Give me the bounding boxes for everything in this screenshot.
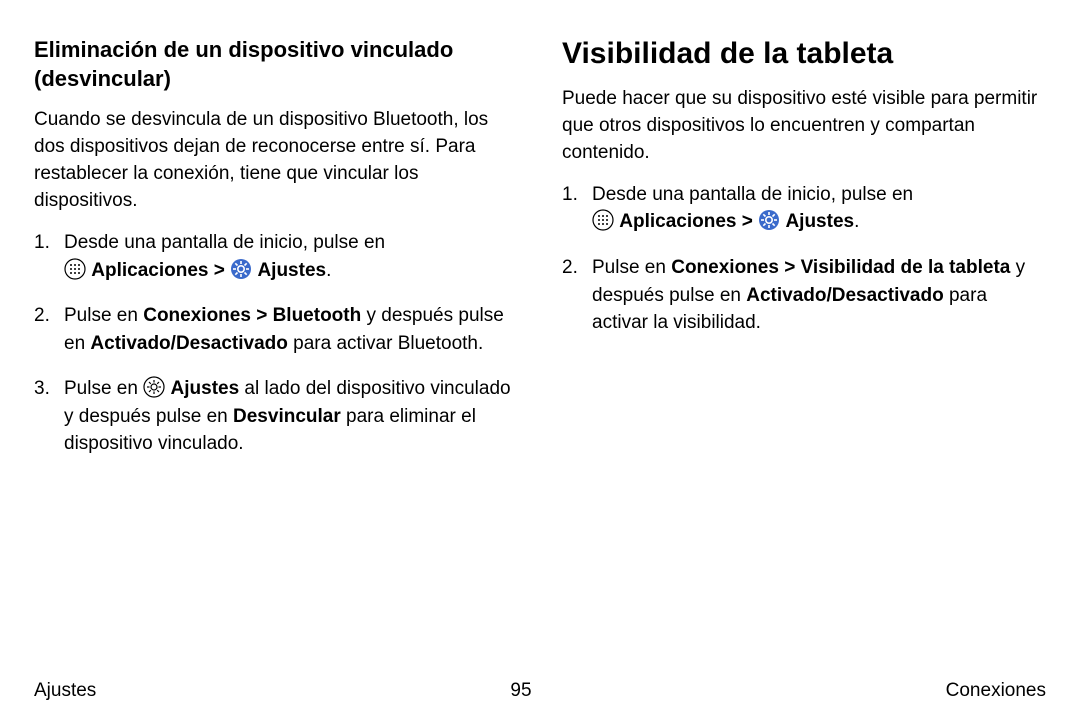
step-text: para activar Bluetooth. [288,333,483,354]
step-text: Pulse en [64,378,143,399]
gear-icon [230,258,252,280]
right-step-2: Pulse en Conexiones > Visibilidad de la … [562,254,1046,337]
right-intro: Puede hacer que su dispositivo esté visi… [562,86,1046,167]
gear-icon [758,209,780,231]
apps-label: Aplicaciones [91,260,208,281]
apps-icon [64,258,86,280]
bold-text: Conexiones > Visibilidad de la tableta [671,257,1010,278]
bold-text: Activado/Desactivado [90,333,287,354]
step-text: Desde una pantalla de inicio, pulse en [592,184,913,205]
step-text: Desde una pantalla de inicio, pulse en [64,232,385,253]
sep: > [737,211,759,232]
bold-text: Conexiones > Bluetooth [143,305,361,326]
page-footer: Ajustes 95 Conexiones [34,680,1046,702]
right-step-1: Desde una pantalla de inicio, pulse en A… [562,181,1046,236]
bold-text: Desvincular [233,406,341,427]
footer-right: Conexiones [946,680,1046,702]
step-end: . [326,260,331,281]
step-text: Pulse en [64,305,143,326]
step-text: Pulse en [592,257,671,278]
right-heading: Visibilidad de la tableta [562,36,1046,72]
gear-outline-icon [143,376,165,398]
bold-text: Ajustes [171,378,240,399]
step-end: . [854,211,859,232]
right-steps: Desde una pantalla de inicio, pulse en A… [562,181,1046,337]
footer-page-number: 95 [510,680,531,702]
left-steps: Desde una pantalla de inicio, pulse en A… [34,229,518,458]
settings-label: Ajustes [257,260,326,281]
right-column: Visibilidad de la tableta Puede hacer qu… [562,36,1046,476]
apps-icon [592,209,614,231]
left-step-1: Desde una pantalla de inicio, pulse en A… [34,229,518,284]
footer-left: Ajustes [34,680,96,702]
apps-label: Aplicaciones [619,211,736,232]
sep: > [209,260,231,281]
left-column: Eliminación de un dispositivo vinculado … [34,36,518,476]
settings-label: Ajustes [785,211,854,232]
bold-text: Activado/Desactivado [746,285,943,306]
left-subheading: Eliminación de un dispositivo vinculado … [34,36,518,93]
left-intro: Cuando se desvincula de un dispositivo B… [34,107,518,215]
left-step-3: Pulse en Ajustes al lado del dispositivo… [34,375,518,458]
left-step-2: Pulse en Conexiones > Bluetooth y despué… [34,302,518,357]
